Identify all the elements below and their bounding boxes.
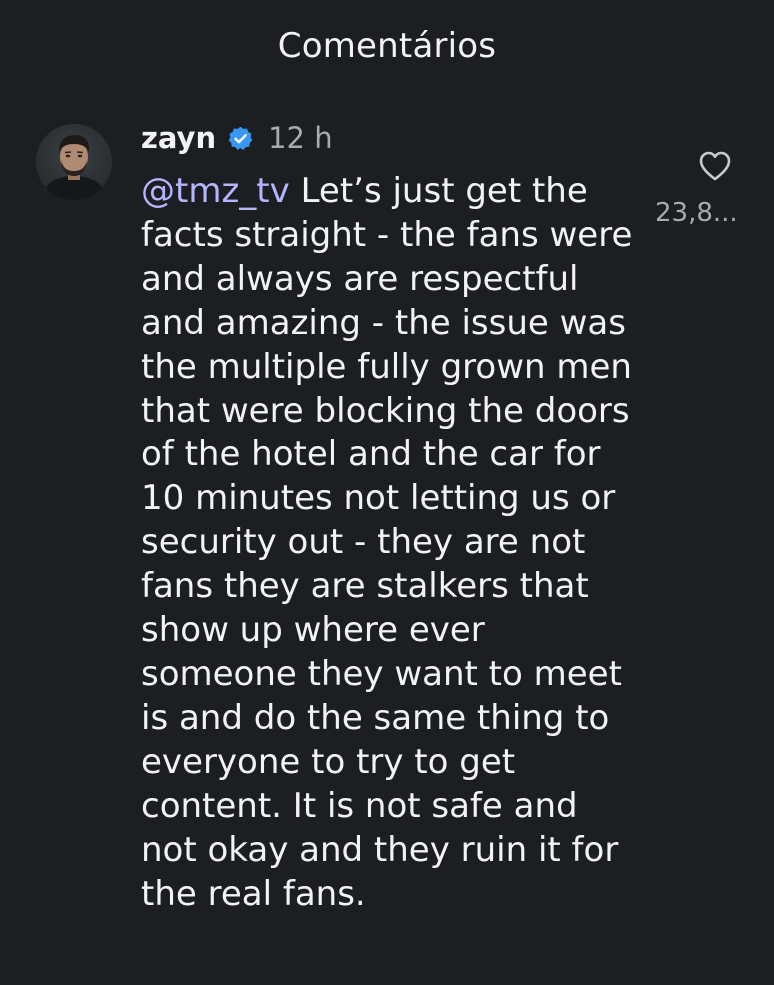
comment-meta: zayn 12 h	[141, 120, 333, 156]
username[interactable]: zayn	[141, 121, 216, 155]
user-avatar[interactable]	[36, 124, 112, 200]
like-count: 23,8...	[655, 198, 738, 228]
mention-link[interactable]: @tmz_tv	[141, 171, 290, 211]
avatar-image	[36, 124, 112, 200]
heart-outline-icon[interactable]	[698, 150, 732, 182]
verified-badge-icon	[227, 125, 254, 152]
like-area: 23,8...	[650, 150, 774, 230]
comment-text: @tmz_tv Let’s just get the facts straigh…	[141, 170, 641, 916]
comment-message: Let’s just get the facts straight - the …	[141, 171, 633, 914]
comment-timestamp: 12 h	[268, 121, 333, 155]
sheet-title: Comentários	[277, 26, 497, 66]
